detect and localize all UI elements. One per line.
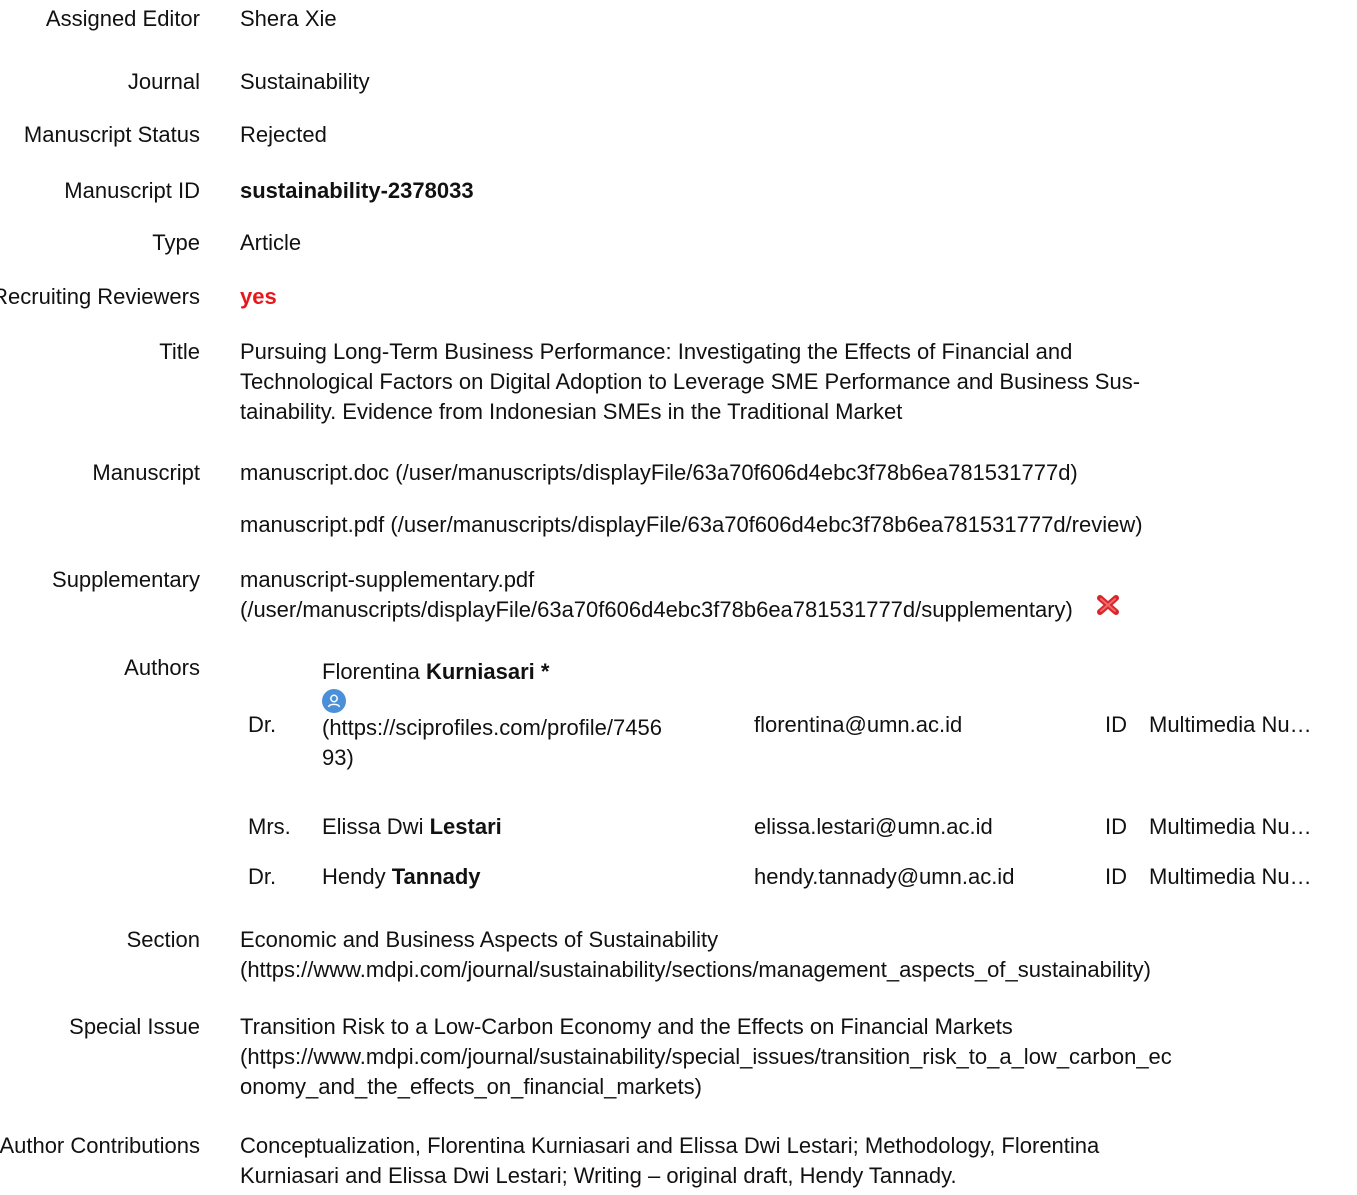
field-label: Type bbox=[152, 230, 200, 255]
manuscript-id-value: sustainability-2378033 bbox=[240, 178, 474, 203]
author-last-name: Lestari bbox=[429, 814, 502, 839]
manuscript-status-value: Rejected bbox=[240, 122, 327, 147]
author-first-name: Florentina bbox=[322, 659, 420, 684]
author-name: Elissa Dwi Lestari bbox=[322, 812, 752, 842]
author-affiliation: Multimedia Nu… bbox=[1149, 814, 1312, 839]
field-label: Special Issue bbox=[69, 1014, 200, 1039]
assigned-editor-value: Shera Xie bbox=[240, 6, 337, 31]
title-value: Pursuing Long-Term Business Performance:… bbox=[240, 337, 1330, 427]
author-country: ID bbox=[1105, 814, 1127, 839]
special-issue-name: Transition Risk to a Low-Carbon Economy … bbox=[240, 1014, 1013, 1039]
author-name-cell: Florentina Kurniasari * (https://sciprof… bbox=[322, 657, 752, 773]
title-line: tainability. Evidence from Indonesian SM… bbox=[240, 399, 903, 424]
author-email: florentina@umn.ac.id bbox=[754, 712, 963, 737]
red-x-icon[interactable] bbox=[1095, 593, 1121, 625]
profile-icon[interactable] bbox=[322, 689, 346, 714]
section-name: Economic and Business Aspects of Sustain… bbox=[240, 927, 719, 952]
field-label: Manuscript Status bbox=[23, 122, 200, 147]
author-country: ID bbox=[1105, 864, 1127, 889]
special-issue-link[interactable]: (https://www.mdpi.com/journal/sustainabi… bbox=[240, 1042, 1330, 1072]
author-last-name: Tannady bbox=[391, 864, 481, 889]
author-honorific: Dr. bbox=[248, 712, 277, 737]
author-name: Florentina Kurniasari * bbox=[322, 657, 752, 687]
author-honorific: Dr. bbox=[248, 864, 277, 889]
recruiting-reviewers-value: yes bbox=[240, 284, 277, 309]
field-label: Assigned Editor bbox=[45, 6, 200, 31]
manuscript-files: manuscript.doc (/user/manuscripts/displa… bbox=[240, 458, 1330, 540]
author-last-name: Kurniasari * bbox=[425, 659, 550, 684]
field-label: Supplementary bbox=[52, 567, 200, 592]
field-label: Journal bbox=[127, 69, 200, 94]
contributions-line: Conceptualization, Florentina Kurniasari… bbox=[240, 1133, 1100, 1158]
journal-value: Sustainability bbox=[240, 69, 370, 94]
field-label: Manuscript ID bbox=[64, 178, 200, 203]
author-country: ID bbox=[1105, 712, 1127, 737]
author-affiliation: Multimedia Nu… bbox=[1149, 712, 1312, 737]
manuscript-pdf-link[interactable]: manuscript.pdf (/user/manuscripts/displa… bbox=[240, 510, 1330, 540]
contributions-line: Kurniasari and Elissa Dwi Lestari; Writi… bbox=[240, 1163, 957, 1188]
section-link[interactable]: (https://www.mdpi.com/journal/sustainabi… bbox=[240, 955, 1330, 985]
field-label: Section bbox=[126, 927, 200, 952]
special-issue-link-cont[interactable]: onomy_and_the_effects_on_financial_marke… bbox=[240, 1072, 1330, 1102]
supplementary-link[interactable]: manuscript-supplementary.pdf bbox=[240, 565, 1330, 595]
supplementary-file: manuscript-supplementary.pdf (/user/manu… bbox=[240, 565, 1330, 625]
supplementary-link-path[interactable]: (/user/manuscripts/displayFile/63a70f606… bbox=[240, 597, 1073, 622]
field-label: Manuscript bbox=[92, 460, 200, 485]
profile-link-cont[interactable]: 93) bbox=[322, 743, 752, 773]
author-first-name: Hendy bbox=[322, 864, 386, 889]
supplementary-path: (/user/manuscripts/displayFile/63a70f606… bbox=[240, 595, 1330, 625]
profile-link[interactable]: (https://sciprofiles.com/profile/7456 bbox=[322, 713, 752, 743]
author-contributions-value: Conceptualization, Florentina Kurniasari… bbox=[240, 1131, 1330, 1191]
author-email: elissa.lestari@umn.ac.id bbox=[754, 814, 993, 839]
field-label: Title bbox=[159, 339, 200, 364]
manuscript-doc-link[interactable]: manuscript.doc (/user/manuscripts/displa… bbox=[240, 458, 1330, 488]
author-first-name: Elissa Dwi bbox=[322, 814, 424, 839]
special-issue-value: Transition Risk to a Low-Carbon Economy … bbox=[240, 1012, 1330, 1102]
author-email: hendy.tannady@umn.ac.id bbox=[754, 864, 1015, 889]
title-line: Pursuing Long-Term Business Performance:… bbox=[240, 339, 1073, 364]
field-label: Authors bbox=[124, 655, 200, 680]
section-value: Economic and Business Aspects of Sustain… bbox=[240, 925, 1330, 985]
field-label: Author Contributions bbox=[0, 1133, 200, 1158]
profile-icon-line bbox=[322, 687, 752, 714]
title-line: Technological Factors on Digital Adoptio… bbox=[240, 369, 1141, 394]
field-label: Recruiting Reviewers bbox=[0, 284, 200, 309]
type-value: Article bbox=[240, 230, 302, 255]
author-affiliation: Multimedia Nu… bbox=[1149, 864, 1312, 889]
author-name: Hendy Tannady bbox=[322, 862, 752, 892]
author-honorific: Mrs. bbox=[248, 814, 291, 839]
